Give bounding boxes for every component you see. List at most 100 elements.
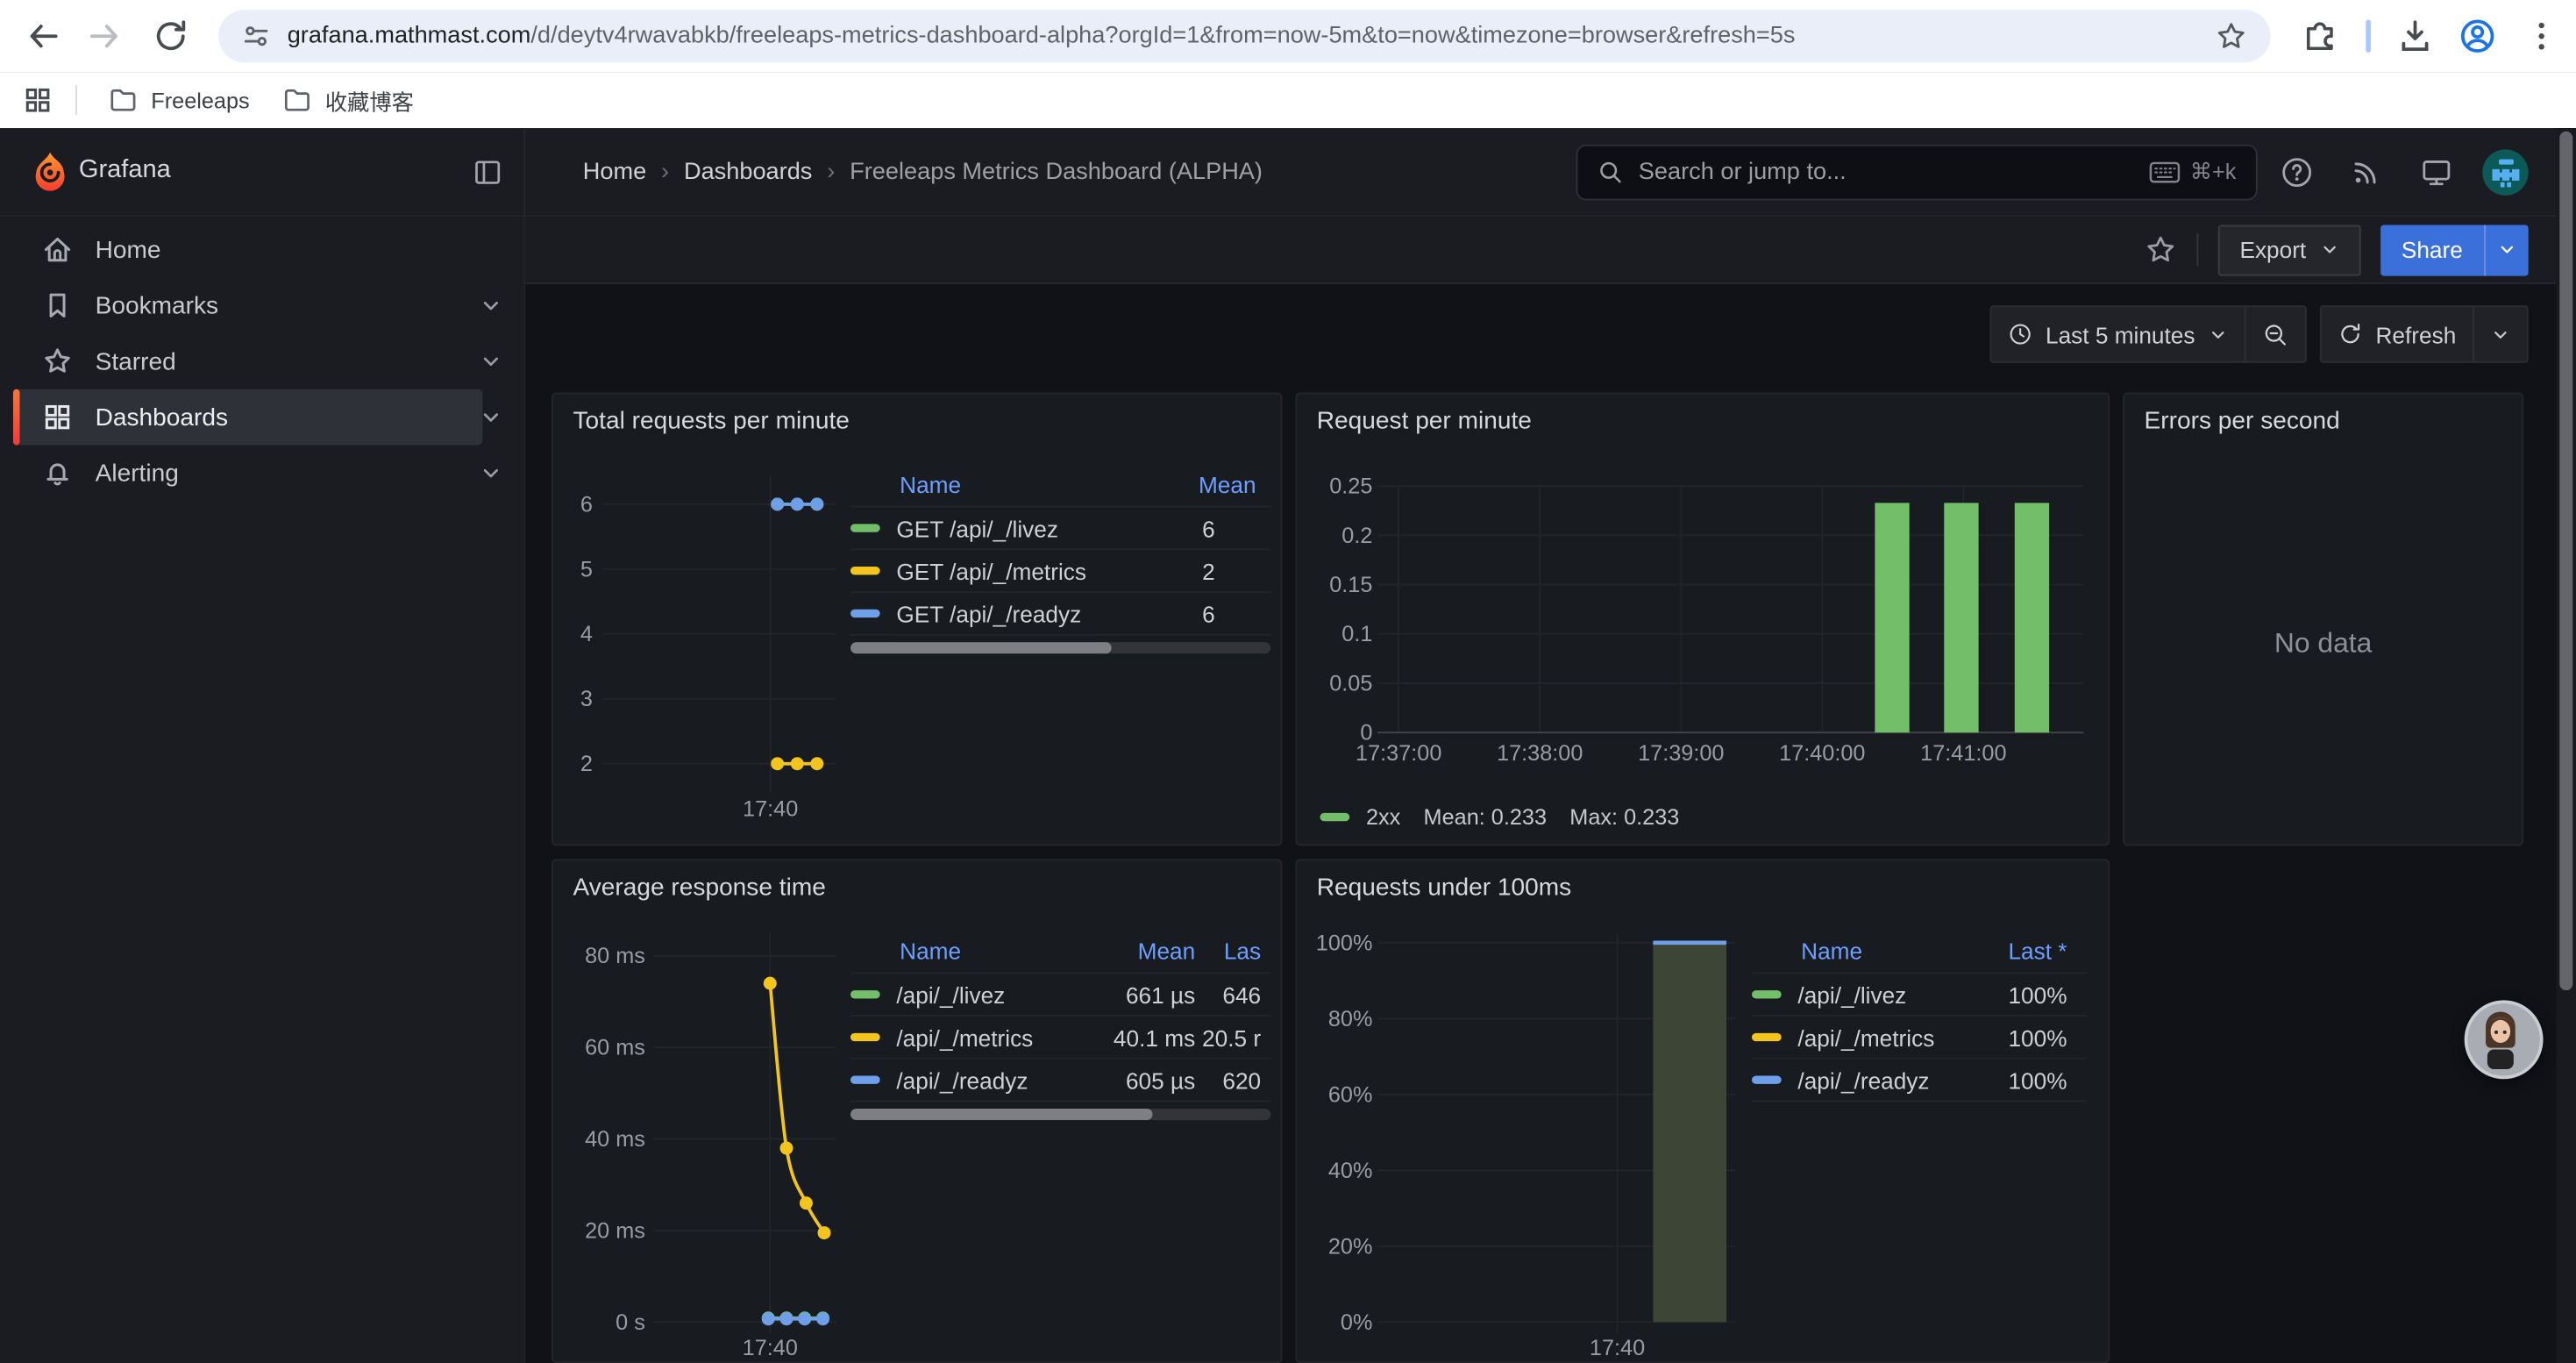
sidebar-item-starred[interactable]: Starred bbox=[13, 333, 483, 389]
legend-row[interactable]: /api/_/metrics100% bbox=[1752, 1017, 2087, 1060]
svg-text:0.2: 0.2 bbox=[1341, 524, 1372, 548]
time-range-picker[interactable]: Last 5 minutes bbox=[1991, 307, 2244, 361]
page-scrollbar[interactable] bbox=[2557, 128, 2576, 1363]
legend-row[interactable]: GET /api/_/livez6 bbox=[850, 508, 1270, 551]
legend-scrollbar-thumb[interactable] bbox=[850, 1109, 1153, 1120]
breadcrumb-separator: › bbox=[827, 160, 835, 186]
legend-row[interactable]: /api/_/readyz605 µs620 bbox=[850, 1060, 1270, 1103]
url-host: grafana.mathmast.com bbox=[288, 23, 531, 49]
panel-title[interactable]: Errors per second bbox=[2124, 394, 2522, 435]
bookmark-folder-blogs[interactable]: 收藏博客 bbox=[269, 79, 427, 122]
series-color-pill bbox=[850, 567, 880, 574]
legend-column-header[interactable]: Mean bbox=[1199, 471, 1270, 497]
chevron-down-icon[interactable] bbox=[478, 348, 504, 375]
time-range-label: Last 5 minutes bbox=[2046, 321, 2195, 347]
refresh-interval-toggle[interactable] bbox=[2474, 307, 2527, 361]
url-path: /d/deytv4rwavabkb/freeleaps-metrics-dash… bbox=[530, 23, 1795, 49]
svg-text:5: 5 bbox=[580, 557, 593, 582]
legend-row[interactable]: /api/_/livez661 µs646 bbox=[850, 974, 1270, 1017]
help-icon[interactable] bbox=[2281, 156, 2313, 189]
share-button[interactable]: Share bbox=[2380, 225, 2528, 275]
mega-menu-toggle-icon[interactable] bbox=[473, 158, 502, 188]
breadcrumb-home[interactable]: Home bbox=[583, 160, 646, 186]
bookmark-folder-freeleaps[interactable]: Freeleaps bbox=[96, 79, 263, 122]
home-icon bbox=[41, 233, 74, 266]
legend-row[interactable]: GET /api/_/readyz6 bbox=[850, 593, 1270, 636]
back-icon[interactable] bbox=[23, 17, 62, 56]
legend-row[interactable]: /api/_/livez100% bbox=[1752, 974, 2087, 1017]
search-input[interactable]: Search or jump to... ⌘+k bbox=[1576, 145, 2258, 201]
time-range-group: Last 5 minutes bbox=[1989, 305, 2307, 363]
legend-column-header[interactable]: Last * bbox=[1991, 938, 2087, 964]
chevron-down-icon[interactable] bbox=[478, 292, 504, 318]
share-button-label[interactable]: Share bbox=[2380, 225, 2484, 275]
sidebar-item-home[interactable]: Home bbox=[13, 222, 483, 278]
breadcrumb-dashboards[interactable]: Dashboards bbox=[684, 160, 812, 186]
zoom-out-button[interactable] bbox=[2246, 307, 2305, 361]
keyboard-icon bbox=[2149, 161, 2181, 184]
sidebar-item-alerting[interactable]: Alerting bbox=[13, 445, 483, 501]
bookmark-star-icon[interactable] bbox=[2215, 19, 2247, 52]
floating-assistant-avatar[interactable] bbox=[2465, 1000, 2544, 1079]
legend-scrollbar[interactable] bbox=[850, 642, 1270, 653]
user-avatar[interactable] bbox=[2482, 149, 2528, 195]
export-button[interactable]: Export bbox=[2218, 225, 2360, 275]
refresh-button[interactable]: Refresh bbox=[2322, 307, 2473, 361]
legend-table: NameMeanGET /api/_/livez6GET /api/_/metr… bbox=[850, 463, 1270, 653]
sidebar-item-label: Home bbox=[96, 236, 483, 264]
news-rss-icon[interactable] bbox=[2350, 156, 2382, 189]
chevron-down-icon[interactable] bbox=[478, 404, 504, 431]
sidebar-item-bookmarks[interactable]: Bookmarks bbox=[13, 277, 483, 333]
search-icon bbox=[1598, 160, 1624, 186]
reload-icon[interactable] bbox=[151, 17, 190, 56]
chevron-down-icon[interactable] bbox=[478, 460, 504, 486]
breadcrumb-separator: › bbox=[661, 160, 669, 186]
time-controls: Last 5 minutes bbox=[1989, 305, 2528, 363]
site-settings-icon[interactable] bbox=[241, 21, 271, 51]
sidebar-item-dashboards[interactable]: Dashboards bbox=[13, 389, 483, 446]
toolbar-divider bbox=[2197, 233, 2199, 266]
series-color-pill bbox=[1320, 813, 1350, 821]
forward-icon[interactable] bbox=[85, 17, 125, 56]
search-shortcut: ⌘+k bbox=[2149, 160, 2237, 186]
url-bar[interactable]: grafana.mathmast.com/d/deytv4rwavabkb/fr… bbox=[218, 10, 2271, 62]
legend-column-header[interactable]: Name bbox=[850, 938, 1097, 964]
series-value: 100% bbox=[1991, 981, 2087, 1008]
legend-row[interactable]: /api/_/metrics40.1 ms20.5 r bbox=[850, 1017, 1270, 1060]
share-dropdown-toggle[interactable] bbox=[2484, 225, 2529, 275]
series-value: 40.1 ms bbox=[1097, 1024, 1199, 1051]
favorite-star-icon[interactable] bbox=[2145, 233, 2177, 266]
svg-text:20%: 20% bbox=[1328, 1234, 1373, 1259]
download-icon[interactable] bbox=[2395, 17, 2435, 56]
legend-item-2xx[interactable]: 2xx bbox=[1320, 805, 1401, 830]
legend-column-header[interactable]: Name bbox=[850, 471, 1199, 497]
svg-text:17:39:00: 17:39:00 bbox=[1638, 741, 1724, 766]
extensions-icon[interactable] bbox=[2300, 17, 2339, 56]
series-color-pill bbox=[850, 990, 880, 998]
brand-name[interactable]: Grafana bbox=[79, 156, 171, 186]
dashboard-canvas: Last 5 minutes bbox=[525, 284, 2556, 1363]
svg-text:0.05: 0.05 bbox=[1329, 671, 1372, 696]
legend-scrollbar[interactable] bbox=[850, 1109, 1270, 1120]
profile-icon[interactable] bbox=[2458, 17, 2497, 56]
scrollbar-thumb[interactable] bbox=[2559, 132, 2572, 990]
series-value: 2 bbox=[1199, 558, 1270, 584]
menu-dots-icon[interactable] bbox=[2522, 17, 2561, 56]
legend-column-header[interactable]: Name bbox=[1752, 938, 1991, 964]
bell-icon bbox=[41, 457, 74, 489]
svg-text:0.25: 0.25 bbox=[1329, 475, 1372, 499]
series-name: /api/_/livez bbox=[896, 981, 1005, 1008]
svg-text:100%: 100% bbox=[1316, 931, 1373, 955]
legend-row[interactable]: /api/_/readyz100% bbox=[1752, 1060, 2087, 1103]
kiosk-monitor-icon[interactable] bbox=[2420, 156, 2452, 189]
legend-row[interactable]: GET /api/_/metrics2 bbox=[850, 550, 1270, 593]
apps-grid-icon[interactable] bbox=[23, 85, 53, 115]
folder-icon bbox=[109, 85, 139, 115]
legend-header-row: NameMean bbox=[850, 463, 1270, 508]
legend-column-header[interactable]: Las bbox=[1199, 938, 1270, 964]
refresh-group: Refresh bbox=[2320, 305, 2529, 363]
legend-scrollbar-thumb[interactable] bbox=[850, 642, 1111, 653]
url-text[interactable]: grafana.mathmast.com/d/deytv4rwavabkb/fr… bbox=[288, 23, 2215, 49]
grafana-logo[interactable] bbox=[28, 149, 73, 194]
legend-column-header[interactable]: Mean bbox=[1097, 938, 1199, 964]
